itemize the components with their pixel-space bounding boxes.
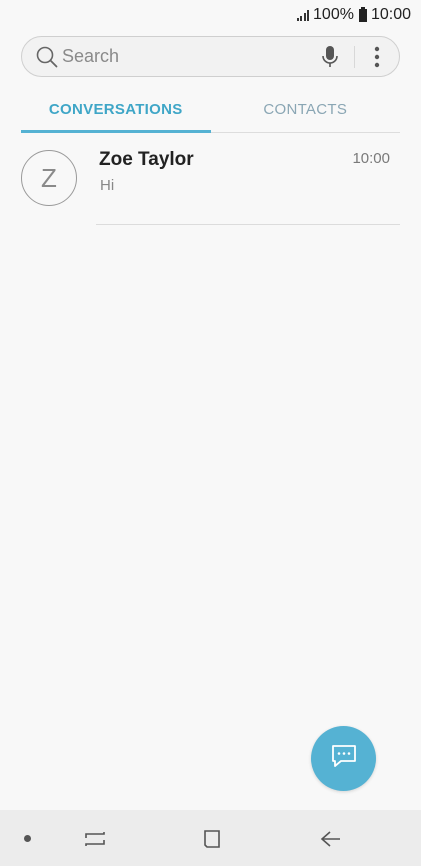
battery-percentage: 100% <box>313 6 354 23</box>
row-divider <box>96 224 400 225</box>
tab-contacts[interactable]: CONTACTS <box>211 86 401 132</box>
tab-bar: CONVERSATIONS CONTACTS <box>21 86 400 133</box>
conversation-contact-name: Zoe Taylor <box>99 149 194 170</box>
status-bar: 100% 10:00 <box>0 0 421 30</box>
conversation-row[interactable]: Z Zoe Taylor Hi 10:00 <box>21 133 400 225</box>
back-icon[interactable] <box>318 826 344 852</box>
tab-conversations[interactable]: CONVERSATIONS <box>21 86 211 133</box>
search-bar[interactable] <box>21 36 400 77</box>
search-divider <box>354 45 355 68</box>
microphone-icon[interactable] <box>318 45 342 69</box>
recent-apps-icon[interactable] <box>82 826 108 852</box>
home-icon[interactable] <box>199 826 225 852</box>
conversation-time: 10:00 <box>352 150 390 167</box>
signal-icon <box>296 9 310 21</box>
compose-button[interactable] <box>311 726 376 791</box>
search-icon <box>36 46 58 68</box>
more-vertical-icon[interactable] <box>365 45 389 69</box>
conversation-preview: Hi <box>100 177 115 194</box>
nav-indicator-dot <box>24 835 31 842</box>
battery-icon <box>358 6 367 22</box>
navigation-bar <box>0 810 421 866</box>
compose-message-icon <box>330 743 358 774</box>
search-input[interactable] <box>62 46 318 67</box>
avatar: Z <box>21 150 77 206</box>
status-time: 10:00 <box>370 6 411 23</box>
